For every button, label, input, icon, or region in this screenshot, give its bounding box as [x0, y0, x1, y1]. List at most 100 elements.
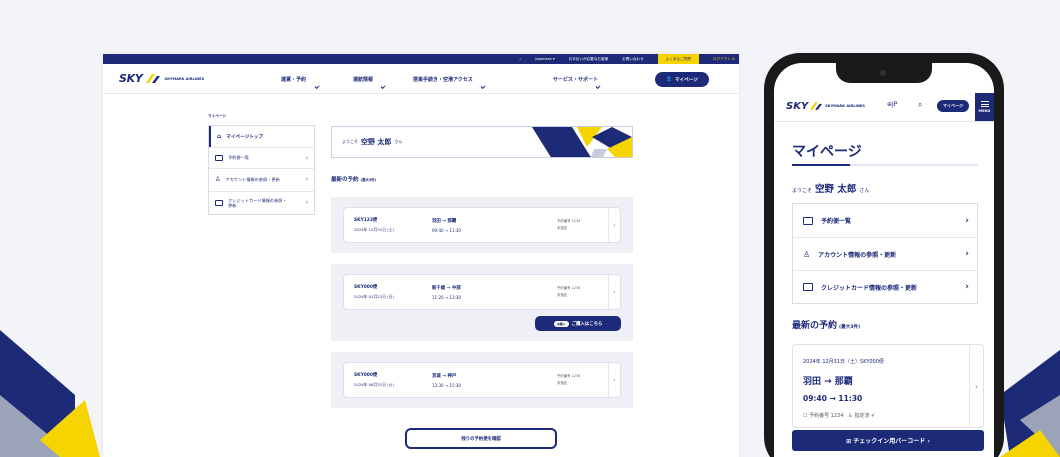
section-title-text: 最新の予約 — [792, 321, 838, 331]
welcome-banner: ようこそ 空野 太郎 さん — [331, 126, 633, 158]
reservation-card[interactable]: 2024年 12月31日（土）SKY000便 羽田 → 那覇 09:40 → 1… — [792, 344, 984, 428]
reservation-card[interactable]: SKY000便 2024年 01月22日 (日) 新千歳 → 中部 11:20 → … — [343, 274, 621, 310]
side-item-label: クレジットカード情報の参照・更新 — [228, 197, 287, 208]
utility-link-faq[interactable]: よくあるご質問 — [657, 54, 699, 64]
search-icon[interactable]: ⌕ — [918, 100, 922, 110]
purchase-button[interactable]: 未購入 ご購入はこちら — [535, 316, 621, 331]
menu-item-credit-card[interactable]: クレジットカード情報の参照・更新 › — [793, 270, 977, 303]
side-item-label: 予約便一覧 — [228, 155, 249, 160]
menu-item-label: クレジットカード情報の参照・更新 — [821, 284, 918, 292]
flight-number: SKY123便 — [354, 218, 378, 223]
flight-time: 11:20 → 13:30 — [432, 294, 461, 300]
latest-reservations-title: 最新の予約 (最大3件) — [792, 318, 860, 331]
reservation-number: 予約番号 1234 — [557, 218, 581, 223]
user-icon: ♙ — [803, 249, 811, 259]
nav-item-fares[interactable]: 運賃・予約 — [281, 76, 353, 83]
reservation-card[interactable]: SKY123便 2024年 12月31日 (土) 羽田 → 那覇 09:40 → 1… — [343, 207, 621, 243]
logo-subtitle: SKYMARK AIRLINES — [825, 104, 865, 108]
search-icon[interactable]: ⌕ — [519, 57, 521, 61]
chevron-right-icon: › — [305, 199, 308, 207]
nav-item-checkin-access[interactable]: 搭乗手続き・空港アクセス — [413, 76, 553, 83]
camera-icon — [880, 70, 886, 76]
welcome-message: ようこそ 空野 太郎 さん — [792, 181, 869, 195]
reservation-card[interactable]: SKY000便 2024年 06月31日 (火) 茨城 → 神戸 13:30 → 1… — [343, 362, 621, 398]
utility-link-contact[interactable]: お問い合わせ — [622, 57, 644, 62]
nav-item-services[interactable]: サービス・サポート — [553, 76, 643, 83]
flight-time: 13:30 → 15:30 — [432, 382, 461, 388]
desktop-mockup: ⌕ Japanese ▾ お手伝いが必要なお客様 お問い合わせ よくあるご質問 … — [103, 54, 739, 457]
utility-link-assistance[interactable]: お手伝いが必要なお客様 — [569, 57, 609, 62]
chevron-right-icon: › — [608, 275, 620, 309]
side-item-credit-card[interactable]: クレジットカード情報の参照・更新 › — [209, 191, 314, 214]
chevron-right-icon: › — [965, 282, 969, 292]
menu-item-label: アカウント情報の参照・更新 — [818, 251, 897, 259]
logo-mark-icon — [810, 102, 823, 110]
flight-number: SKY000便 — [354, 285, 378, 290]
side-item-label: マイページトップ — [226, 134, 263, 140]
flight-route: 羽田 → 那覇 — [432, 218, 457, 224]
reservation-block: SKY000便 2024年 01月22日 (日) 新千歳 → 中部 11:20 → … — [331, 264, 633, 341]
ticket-icon — [803, 216, 813, 225]
mypage-button[interactable]: マイページ — [937, 100, 969, 112]
flight-route: 羽田 → 那覇 — [803, 377, 853, 387]
menu-item-reservations[interactable]: 予約便一覧 › — [793, 204, 977, 237]
purchase-button-label: ご購入はこちら — [571, 321, 603, 327]
flight-route: 茨城 → 神戸 — [432, 373, 457, 379]
flight-route: 新千歳 → 中部 — [432, 285, 461, 291]
reservation-meta: ☐ 予約番号 1234 ♿ 指定済 ✔ — [803, 413, 876, 419]
view-remaining-reservations-button[interactable]: 残りの予約便を確認 — [405, 428, 557, 449]
flight-number: SKY000便 — [354, 373, 378, 378]
section-title-note: (最大3件) — [360, 178, 377, 182]
site-header: SKY SKYMARK AIRLINES 運賃・予約 運航情報 搭乗手続き・空港… — [103, 64, 739, 94]
user-name: 空野 太郎 — [361, 138, 392, 146]
menu-item-label: 予約便一覧 — [821, 218, 852, 225]
welcome-prefix: ようこそ — [342, 139, 358, 144]
welcome-prefix: ようこそ — [792, 188, 813, 194]
side-item-mypage-top[interactable]: ⌂ マイページトップ — [209, 126, 314, 147]
utility-bar: ⌕ Japanese ▾ お手伝いが必要なお客様 お問い合わせ よくあるご質問 … — [103, 54, 739, 64]
checkin-barcode-button[interactable]: ⊞ チェックイン用バーコード › — [792, 430, 984, 451]
banner-pattern-graphic — [532, 127, 632, 157]
hamburger-icon — [980, 101, 989, 107]
nav-item-flight-status[interactable]: 運航情報 — [353, 76, 413, 83]
mypage-button[interactable]: 👤 マイページ — [655, 72, 709, 87]
chevron-right-icon: › — [608, 208, 620, 242]
logo-text[interactable]: SKY — [786, 101, 808, 112]
side-menu: ⌂ マイページトップ 予約便一覧 › ♙ アカウント情報の参照・更新 › クレジ… — [208, 125, 315, 215]
chevron-right-icon: › — [608, 363, 620, 397]
mypage-button-label: マイページ — [674, 77, 698, 83]
skymark-logo[interactable]: SKY SKYMARK AIRLINES — [119, 72, 204, 85]
page-title: マイページ — [792, 144, 862, 160]
menu-button[interactable]: MENU — [975, 93, 994, 121]
phone-notch — [836, 63, 932, 83]
user-icon: ♙ — [215, 176, 221, 184]
flight-date: 2024年 01月22日 (日) — [354, 294, 394, 299]
phone-screen: SKY SKYMARK AIRLINES ⊕JP ⌕ マイページ MENU マイ… — [774, 63, 994, 457]
latest-reservations-title: 最新の予約 (最大3件) — [331, 175, 376, 183]
logo-mark-icon — [145, 74, 160, 83]
flight-date: 2024年 06月31日 (火) — [354, 382, 394, 387]
credit-card-icon — [803, 283, 813, 291]
side-item-reservations[interactable]: 予約便一覧 › — [209, 147, 314, 168]
seat-status: 未指定 — [557, 381, 568, 385]
flight-time: 09:40 → 11:30 — [432, 227, 461, 233]
section-title-text: 最新の予約 — [331, 177, 359, 183]
flight-time: 09:40 → 11:30 — [803, 394, 863, 403]
chevron-right-icon: › — [969, 345, 983, 427]
chevron-right-icon: › — [305, 176, 308, 184]
menu-label: MENU — [978, 109, 991, 113]
reservation-number: 予約番号 1234 — [557, 285, 581, 290]
logo-subtitle: SKYMARK AIRLINES — [164, 76, 205, 81]
language-select[interactable]: Japanese ▾ — [535, 57, 554, 61]
header-divider — [774, 121, 994, 122]
menu-item-account[interactable]: ♙ アカウント情報の参照・更新 › — [793, 237, 977, 270]
logout-link[interactable]: ログアウト ⊡ — [713, 57, 735, 62]
credit-card-icon — [215, 200, 223, 206]
user-name: 空野 太郎 — [815, 184, 857, 195]
flight-date: 2024年 12月31日（土）SKY000便 — [803, 359, 884, 365]
language-select[interactable]: ⊕JP — [887, 101, 897, 108]
global-nav: 運賃・予約 運航情報 搭乗手続き・空港アクセス サービス・サポート — [281, 64, 643, 94]
mobile-menu-list: 予約便一覧 › ♙ アカウント情報の参照・更新 › クレジットカード情報の参照・… — [792, 203, 978, 304]
flight-date: 2024年 12月31日 (土) — [354, 227, 394, 232]
side-item-account[interactable]: ♙ アカウント情報の参照・更新 › — [209, 168, 314, 191]
